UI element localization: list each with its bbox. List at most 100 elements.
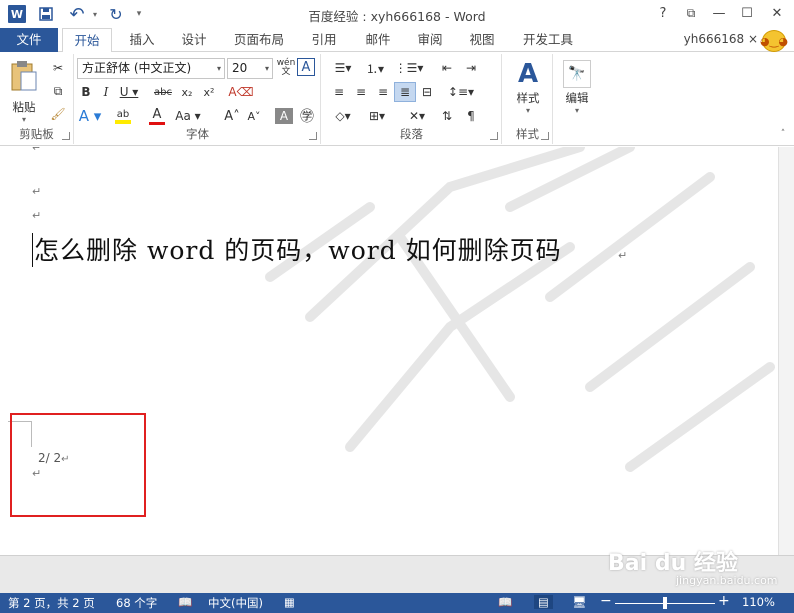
styles-button-label: 样式 bbox=[516, 91, 540, 105]
font-name-select[interactable]: 方正舒体 (中文正文) ▾ bbox=[77, 58, 225, 79]
text-effects-icon[interactable]: A ▾ bbox=[77, 106, 103, 126]
tab-file[interactable]: 文件 bbox=[0, 28, 58, 52]
distributed-icon[interactable]: ⊟ bbox=[416, 82, 438, 102]
baidu-url: jingyan.baidu.com bbox=[676, 574, 778, 587]
zoom-slider-thumb[interactable] bbox=[663, 597, 667, 609]
styles-button[interactable]: A 样式 ▾ bbox=[507, 58, 549, 128]
page-count-status[interactable]: 第 2 页，共 2 页 bbox=[8, 595, 95, 611]
clipboard-group: 粘贴 ▾ ✂ ⧉ 🖌 剪贴板 bbox=[0, 54, 74, 144]
paste-button[interactable]: 粘贴 ▾ bbox=[4, 58, 44, 128]
tab-developer[interactable]: 开发工具 bbox=[516, 28, 580, 52]
underline-button[interactable]: U ▾ bbox=[117, 82, 141, 102]
user-account[interactable]: yh666168 × bbox=[684, 32, 758, 46]
styles-dropdown-icon: ▾ bbox=[525, 106, 530, 115]
align-right-icon[interactable]: ≡ bbox=[372, 82, 394, 102]
bold-button[interactable]: B bbox=[77, 82, 95, 102]
decrease-indent-icon[interactable]: ⇤ bbox=[436, 58, 458, 78]
change-case-icon[interactable]: Aa ▾ bbox=[173, 106, 203, 126]
chinese-layout-icon[interactable]: ✕▾ bbox=[402, 106, 432, 126]
word-count-status[interactable]: 68 个字 bbox=[116, 595, 157, 611]
page-number-highlight-box bbox=[10, 413, 146, 517]
italic-button[interactable]: I bbox=[97, 82, 115, 102]
clear-formatting-icon[interactable]: A⌫ bbox=[228, 82, 253, 102]
multilevel-list-icon[interactable]: ⋮☰▾ bbox=[392, 58, 426, 78]
borders-icon[interactable]: ⊞▾ bbox=[362, 106, 392, 126]
editing-button[interactable]: 🔭 编辑 ▾ bbox=[558, 58, 596, 128]
styles-launcher-icon[interactable] bbox=[541, 132, 549, 140]
character-border-icon[interactable]: A bbox=[297, 58, 315, 76]
maximize-button[interactable]: ☐ bbox=[734, 2, 760, 24]
show-marks-icon[interactable]: ¶ bbox=[460, 106, 482, 126]
zoom-out-button[interactable]: − bbox=[600, 593, 612, 609]
paste-label: 粘贴 bbox=[12, 100, 36, 114]
vertical-scrollbar[interactable] bbox=[778, 147, 794, 555]
macro-record-icon[interactable]: ▦ bbox=[284, 595, 295, 609]
align-center-icon[interactable]: ≡ bbox=[350, 82, 372, 102]
tab-design[interactable]: 设计 bbox=[174, 28, 214, 52]
paragraph-mark: ↵ bbox=[32, 209, 42, 222]
line-spacing-icon[interactable]: ↕≡▾ bbox=[446, 82, 476, 102]
editing-group: 🔭 编辑 ▾ bbox=[554, 54, 600, 144]
ribbon-tabs: 文件 开始 插入 设计 页面布局 引用 邮件 审阅 视图 开发工具 yh6661… bbox=[0, 28, 794, 53]
shading-icon[interactable]: ◇▾ bbox=[328, 106, 358, 126]
page-number-text: 2/ 2 bbox=[38, 451, 62, 465]
subscript-button[interactable]: x₂ bbox=[177, 82, 197, 102]
tab-review[interactable]: 审阅 bbox=[410, 28, 450, 52]
avatar[interactable]: ◕‿◕ bbox=[760, 30, 788, 52]
sort-icon[interactable]: ⇅ bbox=[436, 106, 458, 126]
zoom-in-button[interactable]: + bbox=[718, 593, 730, 609]
text-cursor bbox=[32, 233, 33, 267]
tab-home[interactable]: 开始 bbox=[62, 28, 112, 53]
web-layout-icon[interactable]: 🖥 bbox=[572, 595, 587, 609]
page-number[interactable]: 2/ 2↵ bbox=[38, 451, 70, 465]
baidu-watermark bbox=[265, 147, 775, 472]
styles-icon: A bbox=[517, 59, 539, 89]
paragraph-mark: ↵ bbox=[32, 147, 42, 154]
font-group-label: 字体 bbox=[186, 127, 209, 141]
find-icon: 🔭 bbox=[563, 60, 591, 88]
bullets-icon[interactable]: ☰▾ bbox=[328, 58, 358, 78]
document-area[interactable]: ↵ ↵ ↵ 怎么删除 word 的页码，word 如何删除页码 ↵ 2/ 2↵ … bbox=[0, 147, 778, 555]
justify-icon[interactable]: ≣ bbox=[394, 82, 416, 102]
numbering-icon[interactable]: ⒈▾ bbox=[360, 58, 390, 78]
phonetic-guide-icon[interactable]: wén 文 bbox=[275, 58, 297, 78]
language-status[interactable]: 中文(中国) bbox=[208, 595, 263, 611]
help-button[interactable]: ? bbox=[650, 2, 676, 24]
paragraph-launcher-icon[interactable] bbox=[490, 132, 498, 140]
highlight-color-icon[interactable]: ab bbox=[109, 106, 137, 126]
strikethrough-button[interactable]: abc bbox=[151, 82, 175, 102]
font-size-dropdown-icon: ▾ bbox=[264, 64, 269, 73]
paragraph-mark: ↵ bbox=[32, 467, 42, 480]
paste-dropdown-icon: ▾ bbox=[21, 115, 26, 124]
ribbon-display-options-button[interactable]: ⧉ bbox=[678, 2, 704, 24]
clipboard-launcher-icon[interactable] bbox=[62, 132, 70, 140]
collapse-ribbon-icon[interactable]: ˄ bbox=[776, 124, 790, 144]
tab-view[interactable]: 视图 bbox=[462, 28, 502, 52]
tab-insert[interactable]: 插入 bbox=[122, 28, 162, 52]
tab-references[interactable]: 引用 bbox=[304, 28, 344, 52]
align-left-icon[interactable]: ≡ bbox=[328, 82, 350, 102]
close-button[interactable]: ✕ bbox=[764, 2, 790, 24]
font-size-select[interactable]: 20 ▾ bbox=[227, 58, 273, 79]
proofing-icon[interactable]: 📖 bbox=[178, 595, 192, 609]
format-painter-icon[interactable]: 🖌 bbox=[48, 104, 68, 124]
zoom-level[interactable]: 110% bbox=[742, 595, 775, 609]
read-mode-icon[interactable]: 📖 bbox=[498, 595, 512, 609]
font-color-icon[interactable]: A bbox=[143, 106, 171, 126]
grow-font-icon[interactable]: A˄ bbox=[221, 106, 243, 126]
document-heading[interactable]: 怎么删除 word 的页码，word 如何删除页码 bbox=[34, 231, 562, 267]
print-layout-icon[interactable]: ▤ bbox=[534, 595, 553, 609]
enclose-characters-icon[interactable]: ㊫ bbox=[297, 106, 317, 126]
font-name-dropdown-icon: ▾ bbox=[216, 64, 221, 73]
tab-mailings[interactable]: 邮件 bbox=[358, 28, 398, 52]
tab-page-layout[interactable]: 页面布局 bbox=[228, 28, 290, 52]
increase-indent-icon[interactable]: ⇥ bbox=[460, 58, 482, 78]
ribbon: 粘贴 ▾ ✂ ⧉ 🖌 剪贴板 方正舒体 (中文正文) ▾ 20 ▾ wén 文 A B… bbox=[0, 52, 794, 146]
minimize-button[interactable]: — bbox=[706, 2, 732, 24]
font-launcher-icon[interactable] bbox=[309, 132, 317, 140]
shrink-font-icon[interactable]: A˅ bbox=[243, 106, 265, 126]
superscript-button[interactable]: x² bbox=[199, 82, 219, 102]
cut-icon[interactable]: ✂ bbox=[48, 58, 68, 78]
character-shading-icon[interactable]: A bbox=[275, 108, 293, 124]
copy-icon[interactable]: ⧉ bbox=[48, 81, 68, 101]
